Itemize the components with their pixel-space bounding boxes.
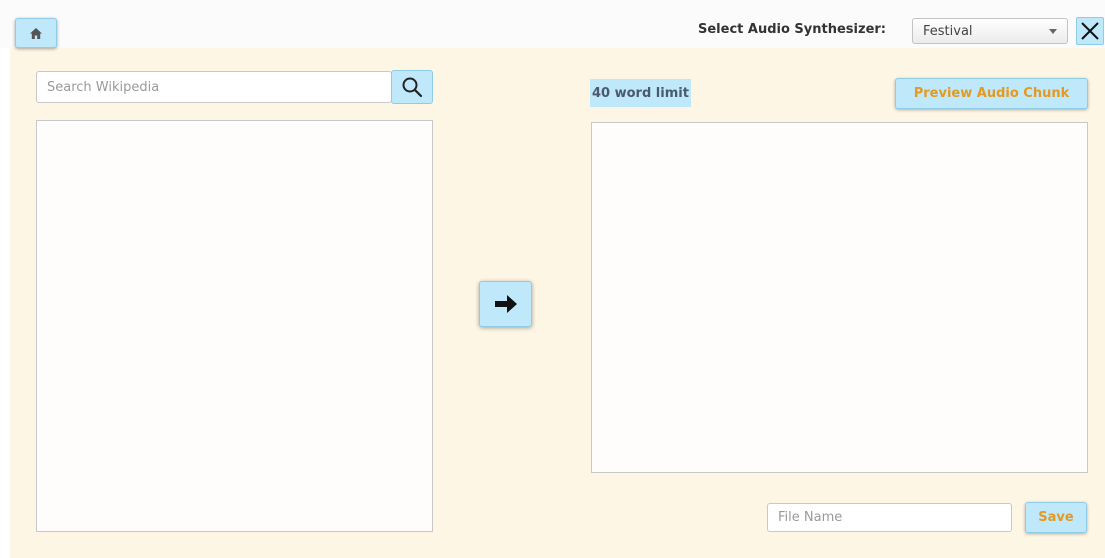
search-results-area[interactable] <box>36 120 433 532</box>
synthesizer-selected-value: Festival <box>923 23 973 39</box>
transfer-text-button[interactable] <box>479 281 532 327</box>
home-button[interactable] <box>15 18 57 48</box>
file-name-input[interactable] <box>767 503 1012 532</box>
search-input[interactable] <box>36 71 392 103</box>
preview-audio-chunk-button[interactable]: Preview Audio Chunk <box>895 78 1088 109</box>
synthesizer-select[interactable]: Festival <box>912 18 1068 44</box>
synthesizer-label: Select Audio Synthesizer: <box>698 22 886 37</box>
close-icon <box>1081 22 1099 40</box>
chevron-down-icon <box>1049 29 1057 34</box>
audio-chunk-textarea[interactable] <box>591 122 1088 473</box>
word-limit-label: 40 word limit <box>590 79 691 107</box>
save-button[interactable]: Save <box>1025 502 1087 533</box>
close-button[interactable] <box>1076 17 1104 45</box>
search-button[interactable] <box>391 70 433 104</box>
home-icon <box>30 27 42 39</box>
arrow-right-icon <box>494 295 517 313</box>
search-icon <box>402 77 423 98</box>
